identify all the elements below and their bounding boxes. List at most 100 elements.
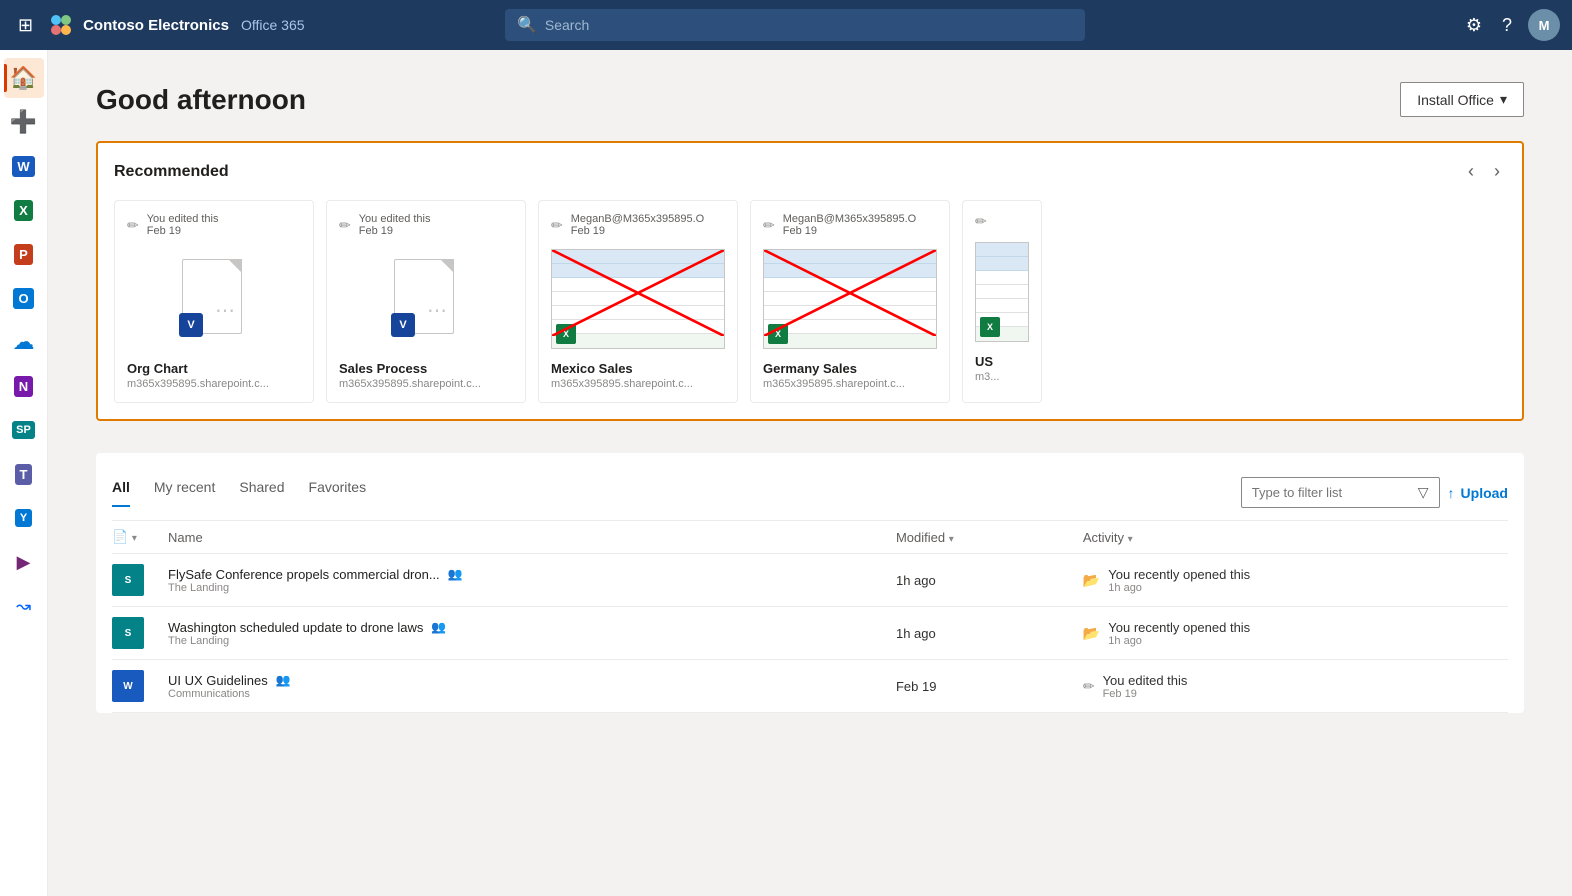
stream-icon: ▶	[17, 552, 31, 573]
card-icon: V ⋯	[127, 249, 301, 349]
recommended-card-germany-sales[interactable]: ✏ MeganB@M365x395895.O Feb 19	[750, 200, 950, 403]
install-office-label: Install Office	[1417, 92, 1494, 108]
teams-icon: T	[15, 464, 33, 485]
onedrive-icon: ☁	[13, 329, 35, 355]
shared-icon: 👥	[276, 673, 291, 687]
sidebar-item-outlook[interactable]: O	[4, 278, 44, 318]
th-activity[interactable]: Activity ▾	[1071, 521, 1508, 554]
search-input[interactable]	[545, 17, 1073, 33]
th-modified[interactable]: Modified ▾	[884, 521, 1071, 554]
sort-icon: ▾	[132, 533, 137, 544]
upload-label: Upload	[1461, 485, 1508, 501]
recommended-card-sales-process[interactable]: ✏ You edited this Feb 19 V ⋯	[326, 200, 526, 403]
sidebar: 🏠 ➕ W X P O ☁ N SP T Y	[0, 50, 48, 896]
flow-icon: ↝	[16, 596, 31, 617]
recommended-header: Recommended ‹ ›	[114, 159, 1506, 184]
card-meta-line2: Feb 19	[783, 225, 916, 237]
card-url: m365x395895.sharepoint.c...	[339, 378, 513, 390]
card-icon: X	[975, 242, 1029, 342]
edit-icon: ✏	[763, 217, 775, 234]
table-row[interactable]: S Washington scheduled update to drone l…	[112, 607, 1508, 660]
card-name: US	[975, 354, 1029, 369]
card-icon: X	[763, 249, 937, 349]
tab-all[interactable]: All	[112, 479, 130, 507]
sidebar-item-onedrive[interactable]: ☁	[4, 322, 44, 362]
sidebar-item-create[interactable]: ➕	[4, 102, 44, 142]
word-icon: W	[12, 156, 34, 177]
table-row[interactable]: W UI UX Guidelines 👥 Communications	[112, 660, 1508, 713]
file-name: FlySafe Conference propels commercial dr…	[168, 567, 440, 582]
card-meta: ✏	[975, 213, 1029, 230]
file-dots: ⋯	[427, 298, 447, 323]
sharepoint-file-icon: S	[112, 564, 144, 596]
th-checkbox: 📄 ▾	[112, 521, 156, 554]
activity-line2: Feb 19	[1103, 688, 1188, 700]
page-title: Good afternoon	[96, 84, 306, 116]
outlook-icon: O	[13, 288, 33, 309]
edit-icon: ✏	[551, 217, 563, 234]
sidebar-item-flow[interactable]: ↝	[4, 586, 44, 626]
card-meta-user: MeganB@M365x395895.O	[571, 213, 704, 225]
col-modified-label: Modified	[896, 530, 945, 545]
visio-badge: V	[179, 313, 203, 337]
file-dots: ⋯	[215, 298, 235, 323]
recommended-card-us-sales[interactable]: ✏ X US m3...	[962, 200, 1042, 403]
th-name[interactable]: Name	[156, 521, 884, 554]
main-header: Good afternoon Install Office ▾	[96, 82, 1524, 117]
help-icon[interactable]: ?	[1498, 11, 1516, 40]
home-icon: 🏠	[10, 65, 37, 91]
card-meta: ✏ MeganB@M365x395895.O Feb 19	[551, 213, 725, 237]
sidebar-item-onenote[interactable]: N	[4, 366, 44, 406]
search-bar[interactable]: 🔍	[505, 9, 1085, 41]
card-icon: X	[551, 249, 725, 349]
sidebar-item-excel[interactable]: X	[4, 190, 44, 230]
table-row[interactable]: S FlySafe Conference propels commercial …	[112, 554, 1508, 607]
card-meta-line2: Feb 19	[359, 225, 431, 237]
edit-icon: ✏	[339, 217, 351, 234]
activity-line1: You edited this	[1103, 673, 1188, 688]
activity-edit-icon: ✏	[1083, 678, 1095, 695]
sidebar-item-word[interactable]: W	[4, 146, 44, 186]
modified-text: 1h ago	[896, 626, 936, 641]
waffle-menu-button[interactable]: ⊞	[12, 9, 39, 42]
excel-badge: X	[768, 324, 788, 344]
user-avatar[interactable]: M	[1528, 9, 1560, 41]
card-name: Org Chart	[127, 361, 301, 376]
sidebar-item-yammer[interactable]: Y	[4, 498, 44, 538]
visio-badge: V	[391, 313, 415, 337]
word-file-icon: W	[112, 670, 144, 702]
upload-button[interactable]: ↑ Upload	[1448, 485, 1508, 501]
filter-input-wrap[interactable]: ▽	[1241, 477, 1440, 508]
app-name-label: Office 365	[241, 17, 305, 33]
activity-line2: 1h ago	[1108, 582, 1250, 594]
carousel-next-button[interactable]: ›	[1488, 159, 1506, 184]
filter-input[interactable]	[1252, 485, 1412, 500]
sort-modified-icon: ▾	[949, 534, 954, 545]
sidebar-item-stream[interactable]: ▶	[4, 542, 44, 582]
recommended-card-mexico-sales[interactable]: ✏ MeganB@M365x395895.O Feb 19	[538, 200, 738, 403]
row-modified-cell: 1h ago	[884, 607, 1071, 660]
recommended-card-org-chart[interactable]: ✏ You edited this Feb 19 V ⋯	[114, 200, 314, 403]
row-activity-cell: 📂 You recently opened this 1h ago	[1071, 554, 1508, 607]
card-meta-line1: You edited this	[359, 213, 431, 225]
sidebar-item-home[interactable]: 🏠	[4, 58, 44, 98]
file-list-section: All My recent Shared Favorites ▽ ↑ Uploa…	[96, 453, 1524, 713]
tab-shared[interactable]: Shared	[239, 479, 284, 507]
tab-my-recent[interactable]: My recent	[154, 479, 215, 507]
card-name: Sales Process	[339, 361, 513, 376]
card-url: m365x395895.sharepoint.c...	[763, 378, 937, 390]
file-subtext: The Landing	[168, 582, 463, 594]
settings-icon[interactable]: ⚙	[1462, 11, 1486, 40]
main-content: Good afternoon Install Office ▾ Recommen…	[48, 50, 1572, 896]
sidebar-item-teams[interactable]: T	[4, 454, 44, 494]
onenote-icon: N	[14, 376, 33, 397]
topnav-right-actions: ⚙ ? M	[1462, 9, 1560, 41]
row-activity-cell: 📂 You recently opened this 1h ago	[1071, 607, 1508, 660]
modified-text: Feb 19	[896, 679, 936, 694]
install-office-button[interactable]: Install Office ▾	[1400, 82, 1524, 117]
tab-favorites[interactable]: Favorites	[309, 479, 367, 507]
recommended-title: Recommended	[114, 163, 229, 181]
carousel-prev-button[interactable]: ‹	[1462, 159, 1480, 184]
sidebar-item-sharepoint[interactable]: SP	[4, 410, 44, 450]
sidebar-item-powerpoint[interactable]: P	[4, 234, 44, 274]
